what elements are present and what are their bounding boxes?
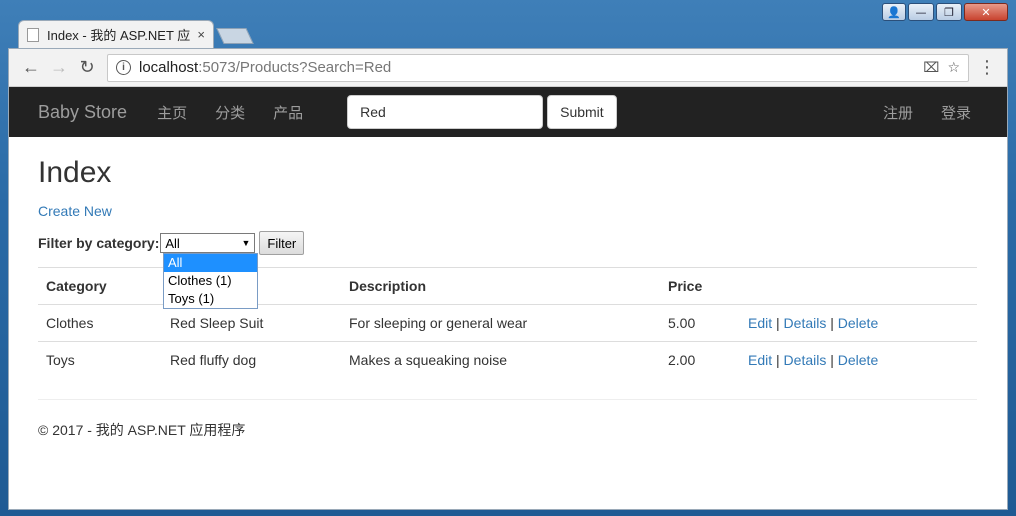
minimize-button[interactable]: —: [908, 3, 934, 21]
browser-toolbar: ← → ↻ i localhost:5073/Products?Search=R…: [9, 49, 1007, 87]
submit-button[interactable]: Submit: [547, 95, 617, 129]
reload-icon[interactable]: ↻: [73, 54, 101, 82]
footer-text: © 2017 - 我的 ASP.NET 应用程序: [38, 421, 246, 438]
delete-link[interactable]: Delete: [838, 315, 878, 331]
cell-name: Red Sleep Suit: [162, 304, 341, 342]
dropdown-arrow-icon: ▼: [241, 238, 251, 248]
maximize-button[interactable]: ❐: [936, 3, 962, 21]
nav-link-home[interactable]: 主页: [157, 102, 187, 123]
details-link[interactable]: Details: [784, 315, 827, 331]
cell-actions: Edit | Details | Delete: [740, 341, 977, 379]
cell-category: Toys: [38, 341, 162, 379]
details-link[interactable]: Details: [784, 352, 827, 368]
page-content: Index Create New Filter by category: All…: [9, 137, 1007, 440]
category-dropdown-list: All Clothes (1) Toys (1): [163, 253, 258, 309]
tab-title: Index - 我的 ASP.NET 应: [47, 28, 191, 43]
page-favicon-icon: [27, 27, 39, 42]
delete-link[interactable]: Delete: [838, 352, 878, 368]
site-navbar: Baby Store 主页 分类 产品 Submit 注册 登录: [9, 87, 1007, 137]
filter-form: Filter by category: All ▼ Filter All Clo…: [38, 231, 978, 309]
edit-link[interactable]: Edit: [748, 315, 772, 331]
column-header-category: Category: [38, 267, 162, 305]
cell-category: Clothes: [38, 304, 162, 342]
cell-price: 5.00: [660, 304, 740, 342]
close-window-button[interactable]: ✕: [964, 3, 1008, 21]
nav-link-login[interactable]: 登录: [941, 102, 971, 123]
tab-close-icon[interactable]: ×: [197, 27, 205, 42]
action-separator: |: [830, 315, 834, 331]
dropdown-option[interactable]: Toys (1): [164, 290, 257, 308]
info-icon[interactable]: i: [116, 60, 131, 75]
create-new-link[interactable]: Create New: [38, 203, 112, 219]
edit-link[interactable]: Edit: [748, 352, 772, 368]
column-header-price: Price: [660, 267, 740, 305]
forward-arrow-icon[interactable]: →: [45, 54, 73, 82]
window-controls: 👤 — ❐ ✕: [882, 3, 1008, 21]
column-header-description: Description: [341, 267, 660, 305]
cell-actions: Edit | Details | Delete: [740, 304, 977, 342]
table-row: Toys Red fluffy dog Makes a squeaking no…: [38, 341, 977, 379]
translate-icon[interactable]: ⌧: [923, 59, 939, 76]
nav-link-register[interactable]: 注册: [883, 102, 913, 123]
back-arrow-icon[interactable]: ←: [17, 54, 45, 82]
browser-tab[interactable]: Index - 我的 ASP.NET 应 ×: [18, 20, 214, 48]
table-row: Clothes Red Sleep Suit For sleeping or g…: [38, 304, 977, 342]
nav-link-categories[interactable]: 分类: [215, 102, 245, 123]
filter-label: Filter by category:: [38, 235, 160, 251]
action-separator: |: [776, 315, 780, 331]
category-select-value: All: [165, 235, 180, 251]
browser-window: ← → ↻ i localhost:5073/Products?Search=R…: [8, 48, 1008, 510]
cell-description: For sleeping or general wear: [341, 304, 660, 342]
url-path: :5073/Products?Search=Red: [198, 59, 392, 76]
address-bar[interactable]: i localhost:5073/Products?Search=Red ⌧ ☆: [107, 53, 969, 82]
search-input[interactable]: [347, 95, 544, 129]
filter-button[interactable]: Filter: [259, 231, 305, 255]
bookmark-star-icon[interactable]: ☆: [947, 59, 960, 76]
page-title: Index: [38, 156, 112, 189]
brand-link[interactable]: Baby Store: [38, 102, 127, 123]
column-header-actions: [740, 267, 977, 305]
browser-menu-icon[interactable]: ⋮: [975, 57, 999, 78]
category-select[interactable]: All ▼: [160, 233, 256, 253]
cell-price: 2.00: [660, 341, 740, 379]
tab-strip: Index - 我的 ASP.NET 应 ×: [18, 20, 254, 48]
action-separator: |: [776, 352, 780, 369]
url-host: localhost: [139, 59, 199, 76]
footer-divider: [38, 398, 977, 400]
nav-link-products[interactable]: 产品: [273, 102, 303, 123]
cell-description: Makes a squeaking noise: [341, 341, 660, 379]
dropdown-option[interactable]: Clothes (1): [164, 272, 257, 290]
cell-name: Red fluffy dog: [162, 341, 341, 379]
user-icon[interactable]: 👤: [882, 3, 906, 21]
dropdown-option[interactable]: All: [164, 254, 257, 272]
new-tab-button[interactable]: [216, 28, 254, 44]
action-separator: |: [830, 352, 834, 369]
